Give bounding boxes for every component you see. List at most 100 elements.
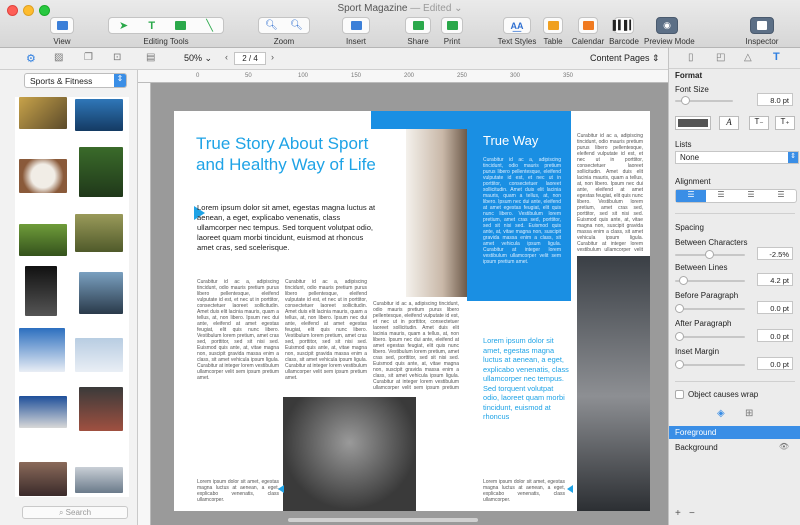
remove-layer-button[interactable]: − bbox=[689, 508, 695, 519]
align-center-icon[interactable]: ☰ bbox=[706, 190, 736, 202]
add-layer-button[interactable]: + bbox=[675, 508, 681, 519]
character-spacing-field[interactable]: -2.5% bbox=[757, 247, 793, 260]
document-canvas[interactable]: 0 50 100 150 200 250 300 350 True Story … bbox=[138, 70, 668, 525]
line-spacing-slider[interactable] bbox=[675, 276, 745, 285]
calendar-button[interactable]: Calendar bbox=[571, 17, 605, 46]
blue-panel[interactable]: True Way Curabitur id ac a, adipiscing t… bbox=[467, 111, 571, 301]
font-button[interactable]: A bbox=[719, 116, 739, 130]
arrange-tab-icon[interactable]: △ bbox=[744, 52, 752, 63]
eye-icon[interactable]: 👁︎ bbox=[779, 442, 789, 451]
thumb-football[interactable] bbox=[75, 214, 123, 252]
caption-left[interactable]: Lorem ipsum dolor sit amet, egestas magn… bbox=[197, 479, 279, 509]
text-tab-icon[interactable]: T bbox=[773, 51, 780, 63]
horizontal-scrollbar[interactable] bbox=[288, 518, 478, 522]
page-indicator-field[interactable]: 2 / 4 bbox=[234, 52, 266, 65]
page-left[interactable]: True Story About Sport and Healthy Way o… bbox=[174, 111, 467, 511]
prev-page-button[interactable]: ‹ bbox=[225, 52, 228, 62]
slider-knob[interactable] bbox=[705, 250, 714, 259]
athlete-photo[interactable] bbox=[283, 397, 416, 511]
body-column-2[interactable]: Curabitur id ac a, adipiscing tincidunt,… bbox=[285, 279, 367, 391]
thumbnail-grid[interactable] bbox=[15, 97, 129, 497]
layers-icon[interactable]: ◈ bbox=[717, 408, 725, 419]
hero-photo[interactable] bbox=[406, 111, 467, 297]
share-button[interactable]: Share bbox=[403, 17, 433, 46]
line-spacing-field[interactable]: 4.2 pt bbox=[757, 273, 793, 286]
thumb-soccer[interactable] bbox=[79, 147, 123, 197]
thumb-stadium[interactable] bbox=[19, 396, 67, 428]
shapes-tab-icon[interactable]: ❐ bbox=[84, 52, 93, 63]
lead-paragraph[interactable]: Lorem ipsum dolor sit amet, egestas magn… bbox=[197, 203, 377, 253]
after-paragraph-field[interactable]: 0.0 pt bbox=[757, 329, 793, 342]
insert-button[interactable]: Insert bbox=[340, 17, 372, 46]
grid-icon[interactable]: ⊞ bbox=[745, 408, 753, 419]
right-column-top[interactable]: Curabitur id ac a, adipiscing tincidunt,… bbox=[577, 133, 643, 253]
next-page-button[interactable]: › bbox=[271, 52, 274, 62]
after-paragraph-slider[interactable] bbox=[675, 332, 745, 341]
thumb-skiing[interactable] bbox=[19, 328, 65, 372]
arm-photo[interactable] bbox=[577, 256, 650, 511]
content-pages-select[interactable]: Content Pages ⇕ bbox=[590, 53, 660, 64]
layer-row-foreground[interactable]: Foreground bbox=[669, 426, 800, 439]
thumb-team[interactable] bbox=[19, 462, 67, 496]
thumb-fencing[interactable] bbox=[25, 266, 57, 316]
horizontal-ruler: 0 50 100 150 200 250 300 350 bbox=[138, 70, 668, 83]
thumb-diving[interactable] bbox=[75, 99, 123, 131]
caption-right[interactable]: Lorem ipsum dolor sit amet, egestas magn… bbox=[483, 479, 565, 509]
thumb-tennis[interactable] bbox=[19, 97, 67, 129]
quote-block[interactable]: Lorem ipsum dolor sit amet, egestas magn… bbox=[483, 336, 569, 422]
shape-tool-icon[interactable] bbox=[175, 21, 187, 30]
table-button[interactable]: Table bbox=[542, 17, 564, 46]
before-paragraph-field[interactable]: 0.0 pt bbox=[757, 301, 793, 314]
inset-margin-field[interactable]: 0.0 pt bbox=[757, 357, 793, 370]
slider-knob[interactable] bbox=[681, 96, 690, 105]
layout-tab-icon[interactable]: ◰ bbox=[716, 52, 725, 63]
gallery-tab-icon[interactable]: ⚙ bbox=[26, 52, 36, 65]
page-right[interactable]: True Way Curabitur id ac a, adipiscing t… bbox=[467, 111, 650, 511]
lists-select[interactable]: None ⇕ bbox=[675, 151, 799, 164]
object-wrap-checkbox[interactable] bbox=[675, 390, 684, 399]
zoom-out-icon[interactable]: 🔍︎ bbox=[265, 20, 278, 31]
print-button[interactable]: Print bbox=[440, 17, 464, 46]
inset-margin-slider[interactable] bbox=[675, 360, 745, 369]
body-column-1[interactable]: Curabitur id ac a, adipiscing tincidunt,… bbox=[197, 279, 279, 509]
thumb-cycling[interactable] bbox=[19, 224, 67, 256]
preview-mode-button[interactable]: ◉ Preview Mode bbox=[644, 17, 695, 46]
thumb-boxing[interactable] bbox=[79, 387, 123, 431]
slider-knob[interactable] bbox=[675, 304, 684, 313]
color-well[interactable] bbox=[675, 116, 711, 130]
slider-knob[interactable] bbox=[675, 360, 684, 369]
thumb-runner[interactable] bbox=[79, 272, 123, 314]
layer-row-background[interactable]: Background 👁︎ bbox=[669, 441, 800, 454]
slider-knob[interactable] bbox=[679, 276, 688, 285]
before-paragraph-slider[interactable] bbox=[675, 304, 745, 313]
body-column-3[interactable]: Curabitur id ac a, adipiscing tincidunt,… bbox=[373, 301, 459, 391]
superscript-button[interactable]: T₋ bbox=[749, 116, 769, 130]
thumb-snow[interactable] bbox=[75, 338, 123, 372]
subscript-button[interactable]: T₊ bbox=[775, 116, 795, 130]
align-justify-icon[interactable]: ☰ bbox=[766, 190, 796, 202]
inspector-button[interactable]: Inspector bbox=[745, 17, 779, 46]
search-field[interactable]: ⌕ Search bbox=[22, 506, 128, 519]
text-styles-button[interactable]: A͟A Text Styles bbox=[497, 17, 537, 46]
character-spacing-slider[interactable] bbox=[675, 250, 745, 259]
align-right-icon[interactable]: ☰ bbox=[736, 190, 766, 202]
zoom-in-icon[interactable]: 🔍︎ bbox=[290, 20, 303, 31]
image-tab-icon[interactable]: ▨ bbox=[54, 52, 63, 63]
barcode-button[interactable]: ▌▍▌▎ Barcode bbox=[608, 17, 640, 46]
pointer-icon[interactable]: ➤ bbox=[119, 19, 128, 32]
font-size-field[interactable]: 8.0 pt bbox=[757, 93, 793, 106]
line-tool-icon[interactable]: ╲ bbox=[206, 19, 213, 32]
font-size-slider[interactable] bbox=[675, 96, 733, 105]
category-select[interactable]: Sports & Fitness ⇕ bbox=[24, 73, 127, 88]
lock-tab-icon[interactable]: ⊡ bbox=[113, 52, 121, 63]
thumb-rowing[interactable] bbox=[75, 467, 123, 493]
thumb-baseball[interactable] bbox=[19, 159, 67, 193]
headline-box[interactable]: True Story About Sport and Healthy Way o… bbox=[190, 129, 405, 189]
page-layout-icon[interactable]: ▤ bbox=[146, 52, 155, 63]
document-tab-icon[interactable]: ▯ bbox=[688, 52, 694, 63]
slider-knob[interactable] bbox=[675, 332, 684, 341]
zoom-select[interactable]: 50% ⌄ bbox=[184, 53, 212, 64]
text-tool-icon[interactable]: T bbox=[148, 20, 155, 32]
align-left-icon[interactable]: ☰ bbox=[676, 190, 706, 202]
view-button[interactable]: View bbox=[48, 17, 76, 46]
